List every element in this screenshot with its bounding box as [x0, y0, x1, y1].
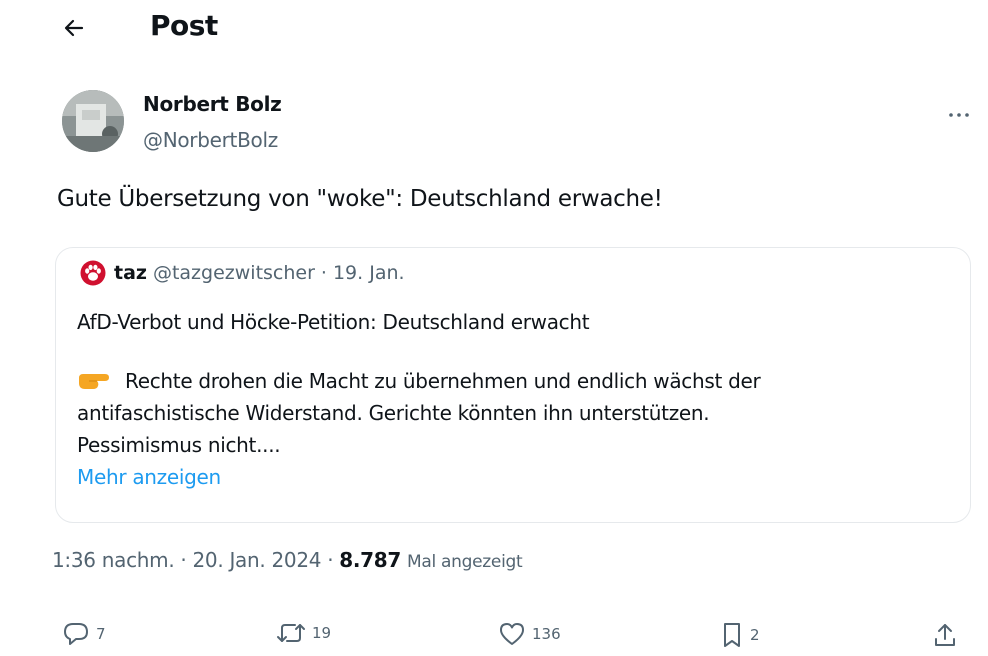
separator-dot: · — [320, 262, 327, 284]
repost-count: 19 — [312, 624, 332, 642]
bookmark-button[interactable]: 2 — [720, 621, 760, 649]
pointing-right-emoji-icon — [79, 374, 109, 389]
arrow-left-icon — [64, 19, 84, 37]
bookmark-icon — [724, 623, 740, 647]
avatar[interactable] — [62, 90, 124, 152]
like-count: 136 — [532, 625, 561, 643]
quoted-post-date: 19. Jan. — [332, 262, 405, 284]
reply-icon — [64, 623, 88, 645]
author-handle[interactable]: @NorbertBolz — [143, 128, 278, 152]
top-bar: Post — [0, 0, 988, 56]
view-count: 8.787 — [339, 548, 402, 572]
quoted-post-card[interactable]: taz @tazgezwitscher · 19. Jan. AfD-Verbo… — [55, 247, 971, 523]
taz-paw-logo-icon — [80, 260, 106, 286]
post-text: Gute Übersetzung von "woke": Deutschland… — [57, 186, 663, 212]
author-name[interactable]: Norbert Bolz — [143, 92, 282, 116]
quoted-post-body-text: Rechte drohen die Macht zu übernehmen un… — [125, 369, 761, 393]
quoted-post-body-line: Rechte drohen die Macht zu übernehmen un… — [77, 369, 761, 393]
quoted-post-body-line: Pessimismus nicht.... — [77, 433, 281, 457]
separator-dot: · — [327, 548, 334, 572]
like-button[interactable]: 136 — [498, 621, 561, 647]
post-meta: 1:36 nachm. · 20. Jan. 2024 · 8.787 Mal … — [52, 548, 523, 572]
reply-count: 7 — [96, 625, 106, 643]
quoted-post-body-line: antifaschistische Widerstand. Gerichte k… — [77, 401, 710, 425]
share-icon — [935, 624, 955, 646]
post-date[interactable]: 20. Jan. 2024 — [192, 548, 321, 572]
separator-dot: · — [180, 548, 187, 572]
post-time[interactable]: 1:36 nachm. — [52, 548, 175, 572]
heart-icon — [500, 623, 524, 645]
quoted-post-headline: AfD-Verbot und Höcke-Petition: Deutschla… — [77, 310, 590, 334]
more-button[interactable] — [942, 102, 976, 128]
quoted-author-handle: @tazgezwitscher — [152, 262, 315, 284]
back-button[interactable] — [58, 12, 90, 44]
bookmark-count: 2 — [750, 626, 760, 644]
share-button[interactable] — [932, 621, 958, 649]
page-title: Post — [150, 9, 218, 42]
quoted-author-name: taz — [114, 262, 147, 284]
repost-button[interactable]: 19 — [276, 621, 331, 645]
view-count-label: Mal angezeigt — [407, 552, 523, 572]
reply-button[interactable]: 7 — [62, 621, 106, 647]
quoted-post-header: taz @tazgezwitscher · 19. Jan. — [80, 260, 405, 286]
show-more-link[interactable]: Mehr anzeigen — [77, 465, 221, 489]
avatar-image — [62, 90, 124, 152]
more-horizontal-icon — [949, 113, 969, 117]
repost-icon — [277, 624, 305, 642]
